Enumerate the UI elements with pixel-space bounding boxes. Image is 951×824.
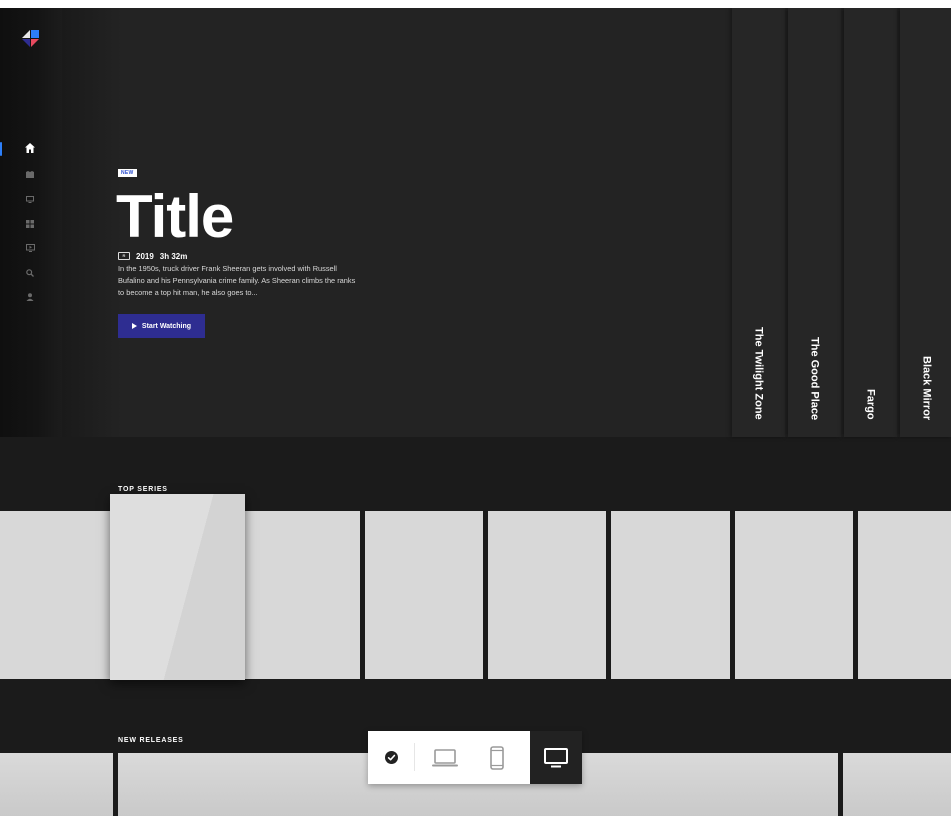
laptop-icon[interactable] (415, 731, 475, 784)
phone-icon[interactable] (475, 731, 519, 784)
hero-meta: R 2019 3h 32m (118, 251, 187, 261)
app-window: NEW Title R 2019 3h 32m In the 1950s, tr… (0, 8, 951, 816)
active-nav-indicator (0, 142, 2, 156)
hero-banner: NEW Title R 2019 3h 32m In the 1950s, tr… (0, 8, 951, 437)
play-icon (131, 323, 137, 329)
shelf-item[interactable]: Black Mirror (900, 8, 951, 437)
shelf-label: The Good Place (808, 336, 821, 420)
home-icon[interactable] (24, 142, 36, 154)
series-card[interactable] (0, 511, 110, 679)
new-releases-heading: NEW RELEASES (118, 737, 184, 744)
shelf-label: The Twilight Zone (752, 327, 765, 420)
series-card[interactable] (245, 511, 360, 679)
shelf-item[interactable]: The Twilight Zone (732, 8, 785, 437)
top-series-heading: TOP SERIES (118, 486, 168, 493)
movies-icon[interactable] (24, 168, 36, 180)
shelf-label: Black Mirror (920, 355, 933, 420)
live-icon[interactable] (24, 242, 36, 254)
hero-description: In the 1950s, truck driver Frank Sheeran… (118, 264, 356, 297)
featured-series-card[interactable] (110, 494, 245, 680)
start-watching-label: Start Watching (141, 322, 192, 330)
app-logo (22, 30, 39, 47)
release-card[interactable] (843, 753, 951, 816)
shelf-label: Fargo (864, 389, 877, 420)
tv-icon[interactable] (24, 193, 36, 205)
series-card[interactable] (611, 511, 730, 679)
sidebar (0, 8, 62, 437)
release-card[interactable] (0, 753, 113, 816)
series-card[interactable] (365, 511, 483, 679)
series-card[interactable] (488, 511, 606, 679)
hero-title: Title (116, 183, 234, 250)
series-card[interactable] (735, 511, 853, 679)
tv-icon[interactable] (530, 731, 582, 784)
hero-runtime: 3h 32m (159, 251, 188, 261)
series-card[interactable] (858, 511, 951, 679)
hero-year: 2019 (136, 251, 154, 261)
rating-badge: R (118, 252, 130, 260)
grid-icon[interactable] (24, 218, 36, 230)
profile-icon[interactable] (24, 291, 36, 303)
check-icon[interactable] (368, 731, 414, 784)
hero-fade (62, 8, 122, 437)
start-watching-button[interactable]: Start Watching (118, 314, 205, 338)
new-badge: NEW (118, 169, 137, 177)
shelf-item[interactable]: The Good Place (788, 8, 841, 437)
shelf-item[interactable]: Fargo (844, 8, 897, 437)
device-switcher (368, 731, 582, 784)
search-icon[interactable] (24, 267, 36, 279)
